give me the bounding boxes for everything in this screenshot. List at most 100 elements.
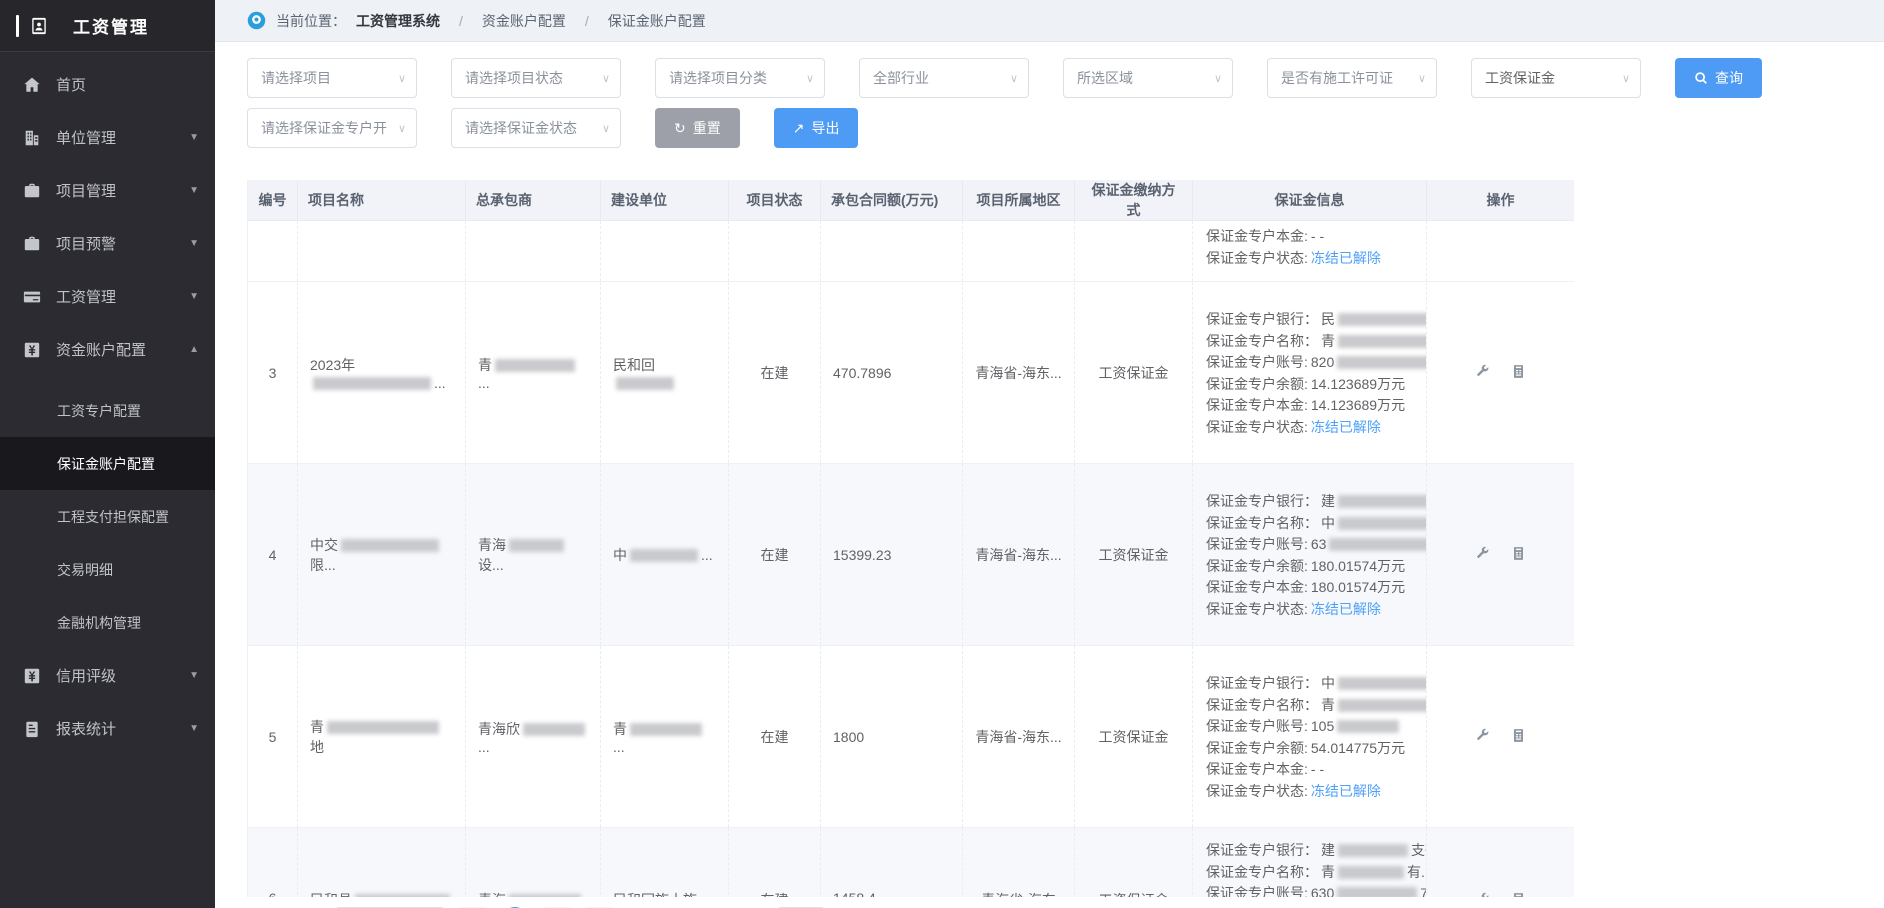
deposit-status-link[interactable]: 冻结已解除 [1311, 250, 1381, 266]
contractor-cell: 青... [466, 282, 601, 464]
redacted-text [1338, 313, 1426, 326]
sidebar-item-wages[interactable]: 工资管理 ▼ [0, 270, 215, 323]
deposit-method-cell: 工资保证金 [1075, 282, 1193, 464]
region-cell: 青海省-海东... [963, 464, 1075, 646]
region-select[interactable]: 所选区域∨ [1063, 58, 1233, 98]
col-header-contractor: 总承包商 [466, 180, 601, 221]
redacted-text [327, 721, 439, 734]
breadcrumb-prefix: 当前位置： [276, 11, 346, 31]
builder-cell: 青... [601, 646, 729, 828]
actions-cell [1427, 464, 1575, 646]
chevron-down-icon: ∨ [806, 72, 814, 85]
sidebar-item-transaction-detail[interactable]: 交易明细 [0, 543, 215, 596]
card-icon [22, 287, 42, 307]
building-icon [22, 128, 42, 148]
table-row: 4 中交限... 青海设... 中... 在建 15399.23 青海省-海东.… [248, 464, 1575, 646]
sidebar-item-wage-account-config[interactable]: 工资专户配置 [0, 384, 215, 437]
badge-logo-icon [29, 16, 49, 36]
configure-wrench-icon[interactable] [1475, 364, 1490, 379]
project-status-cell: 在建 [729, 646, 821, 828]
region-cell: 青海省-海东... [963, 646, 1075, 828]
redacted-text [355, 894, 450, 897]
actions-cell [1427, 282, 1575, 464]
redacted-text [313, 377, 431, 390]
sidebar-item-fund-accounts[interactable]: 资金账户配置 ▲ [0, 323, 215, 376]
fund-accounts-submenu: 工资专户配置 保证金账户配置 工程支付担保配置 交易明细 金融机构管理 [0, 384, 215, 649]
construction-permit-select[interactable]: 是否有施工许可证∨ [1267, 58, 1437, 98]
deposit-status-link[interactable]: 冻结已解除 [1311, 783, 1381, 799]
chevron-up-icon: ▲ [189, 344, 199, 355]
export-button[interactable]: ↗ 导出 [774, 108, 859, 148]
home-icon [22, 75, 42, 95]
app-title: 工资管理 [73, 13, 149, 38]
col-header-method: 保证金缴纳方式 [1075, 180, 1193, 221]
sidebar-item-reports[interactable]: 报表统计 ▼ [0, 702, 215, 755]
chevron-down-icon: ∨ [602, 72, 610, 85]
sidebar-item-project-warning[interactable]: 项目预警 ▼ [0, 217, 215, 270]
builder-cell: 民和回 [601, 282, 729, 464]
filter-row-1: 请选择项目∨ 请选择项目状态∨ 请选择项目分类∨ 全部行业∨ 所选区域∨ 是否有… [247, 58, 1884, 98]
sidebar-item-deposit-account-config[interactable]: 保证金账户配置 [0, 437, 215, 490]
builder-cell: 民和回族土族自... [601, 828, 729, 898]
sidebar-item-financial-institutions[interactable]: 金融机构管理 [0, 596, 215, 649]
sidebar-item-projects[interactable]: 项目管理 ▼ [0, 164, 215, 217]
row-num: 4 [248, 464, 298, 646]
deposit-account-bank-select[interactable]: 请选择保证金专户开∨ [247, 108, 417, 148]
col-header-status: 项目状态 [729, 180, 821, 221]
breadcrumb-separator: / [459, 13, 463, 29]
detail-doc-icon[interactable] [1511, 546, 1526, 561]
deposit-type-select[interactable]: 工资保证金∨ [1471, 58, 1641, 98]
sidebar-item-home[interactable]: 首页 [0, 58, 215, 111]
redacted-text [509, 894, 581, 897]
deposit-status-select[interactable]: 请选择保证金状态∨ [451, 108, 621, 148]
chevron-down-icon: ∨ [1418, 72, 1426, 85]
project-name-cell: 2023年... [298, 282, 466, 464]
deposit-status-link[interactable]: 冻结已解除 [1311, 601, 1381, 617]
col-header-deposit-info: 保证金信息 [1193, 180, 1427, 221]
col-header-num: 编号 [248, 180, 298, 221]
project-category-select[interactable]: 请选择项目分类∨ [655, 58, 825, 98]
yuan-icon [22, 666, 42, 686]
sidebar-item-units[interactable]: 单位管理 ▼ [0, 111, 215, 164]
col-header-builder: 建设单位 [601, 180, 729, 221]
project-select[interactable]: 请选择项目∨ [247, 58, 417, 98]
redacted-text [1338, 866, 1404, 879]
chevron-down-icon: ∨ [1214, 72, 1222, 85]
location-pin-icon [247, 11, 266, 30]
breadcrumb-level2: 保证金账户配置 [608, 11, 706, 31]
configure-wrench-icon[interactable] [1475, 892, 1490, 897]
table-row: 5 青地 青海欣... 青... 在建 1800 青海省-海东... 工资保证金… [248, 646, 1575, 828]
export-arrow-icon: ↗ [793, 121, 805, 135]
pagination-bar [247, 897, 1884, 908]
detail-doc-icon[interactable] [1511, 892, 1526, 897]
briefcase-alert-icon [22, 234, 42, 254]
reset-button[interactable]: ↻ 重置 [655, 108, 740, 148]
region-cell: 青海省-海东 [963, 828, 1075, 898]
redacted-text [630, 723, 702, 736]
redacted-text [1338, 677, 1426, 690]
redacted-text [1338, 844, 1408, 857]
configure-wrench-icon[interactable] [1475, 546, 1490, 561]
industry-select[interactable]: 全部行业∨ [859, 58, 1029, 98]
builder-cell: 中... [601, 464, 729, 646]
detail-doc-icon[interactable] [1511, 364, 1526, 379]
sidebar-nav: 首页 单位管理 ▼ 项目管理 ▼ 项目预警 ▼ [0, 52, 215, 755]
chevron-down-icon: ▼ [189, 291, 199, 302]
row-num: 3 [248, 282, 298, 464]
redacted-text [1337, 356, 1426, 369]
configure-wrench-icon[interactable] [1475, 728, 1490, 743]
redacted-text [1337, 720, 1399, 733]
project-status-select[interactable]: 请选择项目状态∨ [451, 58, 621, 98]
redacted-text [495, 359, 575, 372]
contract-amount-cell: 1458.4 [821, 828, 963, 898]
project-name-cell: 民和县 [298, 828, 466, 898]
search-button[interactable]: 查询 [1675, 58, 1762, 98]
sidebar-item-payment-guarantee-config[interactable]: 工程支付担保配置 [0, 490, 215, 543]
redacted-text [1337, 887, 1417, 897]
deposit-status-link[interactable]: 冻结已解除 [1311, 419, 1381, 435]
sidebar-item-credit-rating[interactable]: 信用评级 ▼ [0, 649, 215, 702]
search-icon [1694, 71, 1708, 85]
detail-doc-icon[interactable] [1511, 728, 1526, 743]
breadcrumb-level1[interactable]: 资金账户配置 [482, 11, 566, 31]
actions-cell [1427, 646, 1575, 828]
